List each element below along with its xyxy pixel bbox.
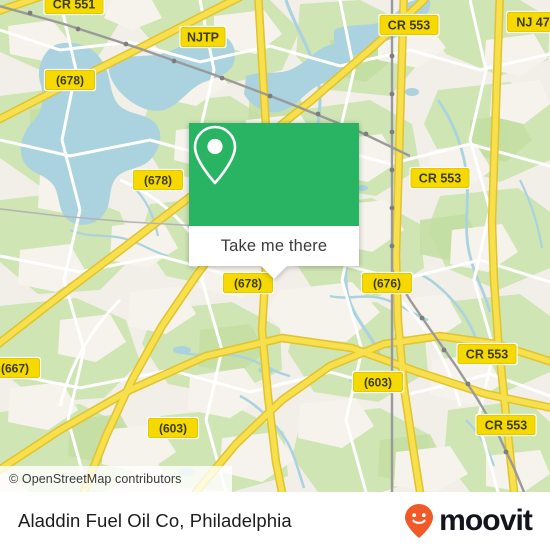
road-shield-label: CR 551	[53, 0, 95, 12]
road-shield: (678)	[131, 168, 185, 192]
road-shield-label: (667)	[1, 361, 29, 375]
road-shield-label: NJ 47	[516, 16, 549, 30]
road-shield-label: (603)	[364, 375, 392, 389]
popup-tail	[261, 266, 287, 279]
road-shield: CR 553	[475, 413, 537, 437]
road-shield: (603)	[146, 416, 200, 440]
take-me-there-button[interactable]: Take me there	[189, 226, 359, 266]
moovit-wordmark: moovit	[439, 504, 533, 537]
road-shield-label: CR 553	[466, 348, 508, 362]
footer-bar: Aladdin Fuel Oil Co, Philadelphia moovit	[0, 492, 550, 550]
road-shield-label: CR 553	[388, 19, 430, 33]
road-shield-label: (678)	[144, 173, 172, 187]
road-shield: CR 553	[378, 13, 440, 37]
road-shield: (676)	[360, 271, 414, 295]
road-shield: CR 551	[43, 0, 105, 16]
road-shield: CR 553	[456, 342, 518, 366]
road-shield-label: (676)	[373, 276, 401, 290]
road-shield: (678)	[43, 68, 97, 92]
road-shield-label: CR 553	[419, 172, 461, 186]
location-popup[interactable]: Take me there	[189, 123, 359, 279]
moovit-smiley-pin-icon	[405, 504, 434, 538]
moovit-map-screenshot: CR 551 NJTP CR 553 NJ 47 (678) (678) CR 553 (67…	[0, 0, 550, 550]
osm-attribution-bar: © OpenStreetMap contributors	[0, 466, 232, 492]
road-shield-label: (678)	[56, 73, 84, 87]
location-pin-icon	[193, 125, 237, 185]
road-shield-label: CR 553	[485, 419, 527, 433]
attribution-text: © OpenStreetMap contributors	[9, 472, 182, 486]
road-shield: NJ 47	[505, 10, 550, 34]
road-shield: (603)	[351, 370, 405, 394]
moovit-logo[interactable]: moovit	[404, 503, 533, 539]
popup-header	[189, 123, 359, 226]
road-shield-label: (603)	[159, 421, 187, 435]
road-shield-label: (678)	[234, 276, 262, 290]
place-title: Aladdin Fuel Oil Co, Philadelphia	[18, 510, 292, 531]
map-canvas[interactable]: CR 551 NJTP CR 553 NJ 47 (678) (678) CR 553 (67…	[0, 0, 550, 492]
road-shield: (667)	[0, 356, 42, 380]
road-shield: NJTP	[179, 25, 227, 49]
road-shield: CR 553	[409, 166, 471, 190]
road-shield-label: NJTP	[187, 31, 219, 45]
take-me-there-label: Take me there	[220, 236, 328, 255]
